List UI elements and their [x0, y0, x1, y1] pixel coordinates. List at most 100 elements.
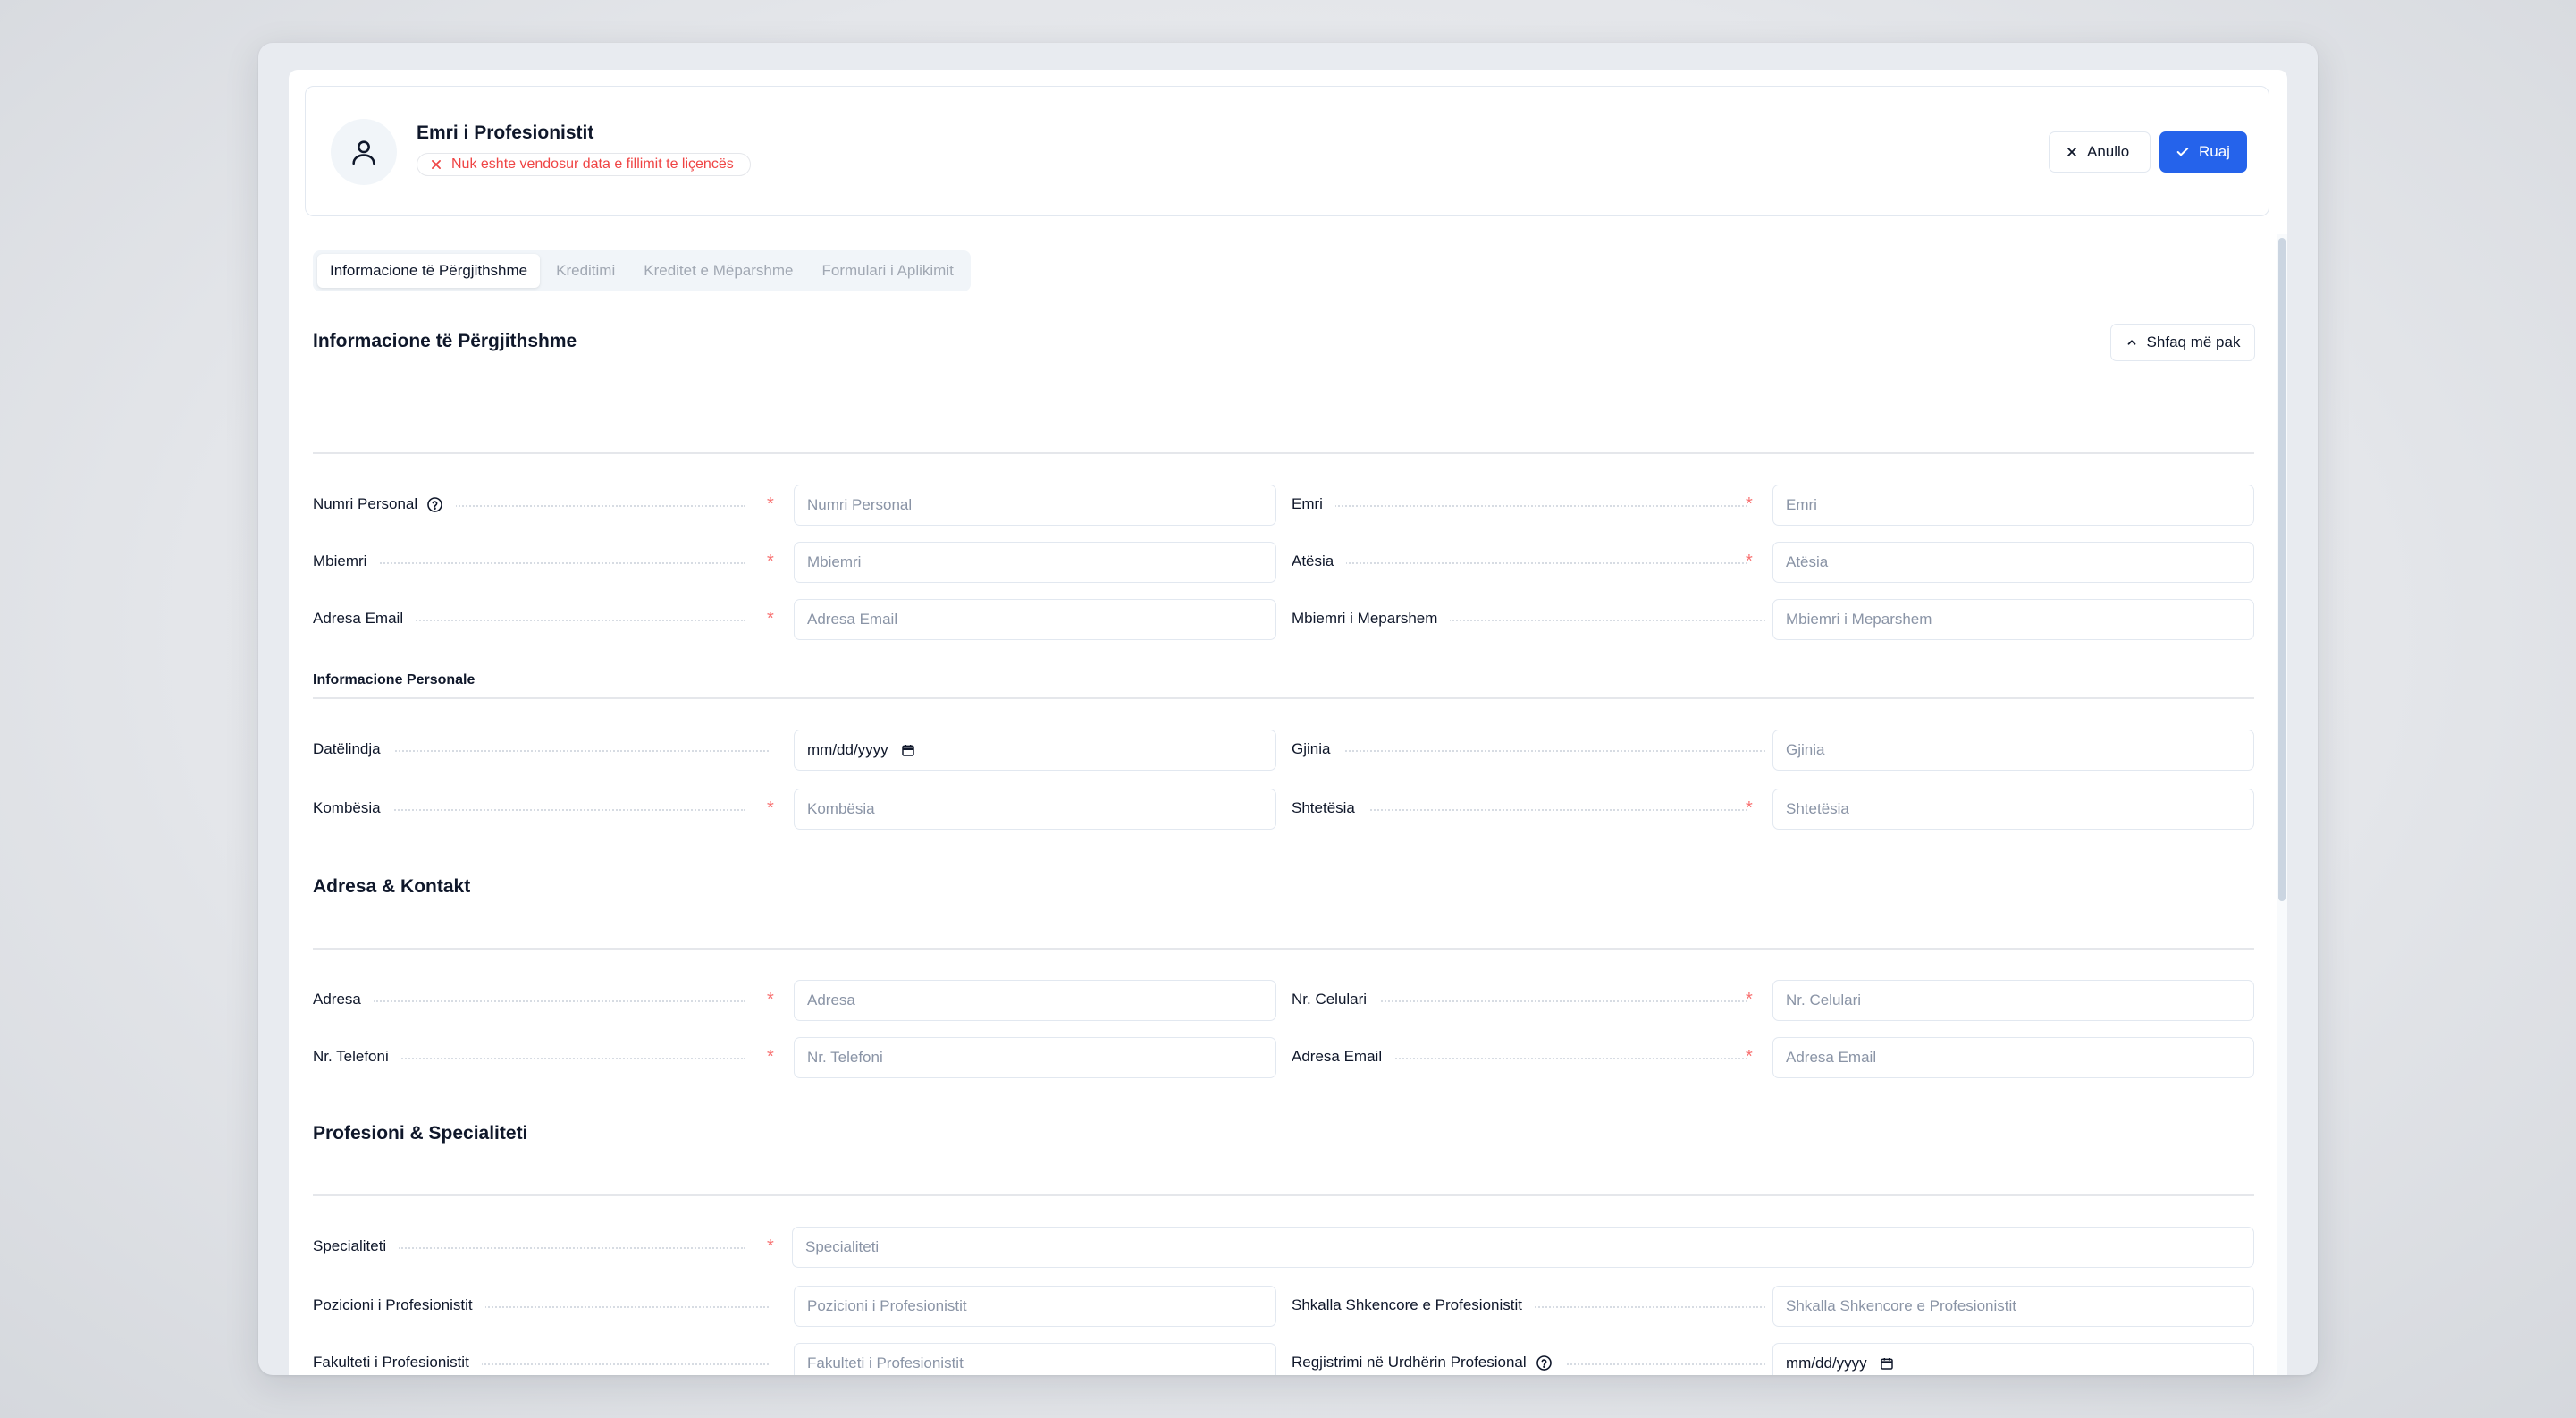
check-icon [2176, 148, 2189, 156]
section-title-contact: Adresa & Kontakt [313, 876, 471, 897]
calendar-icon[interactable] [901, 743, 915, 757]
required-asterisk: * [767, 609, 774, 629]
phone-label: Nr. Telefoni [313, 1048, 401, 1066]
license-warning-badge: Nuk eshte vendosur data e fillimit te li… [417, 153, 751, 176]
section-divider [313, 948, 2254, 950]
address-input[interactable] [794, 980, 1276, 1021]
user-icon [331, 119, 397, 185]
birth-date-value: mm/dd/yyyy [807, 741, 888, 758]
form-row-scientific-grade: Shkalla Shkencore e Profesionistit [1292, 1286, 2261, 1327]
registration-date-input[interactable]: mm/dd/yyyy [1772, 1343, 2254, 1375]
personal-number-input[interactable] [794, 485, 1276, 526]
specialty-input[interactable] [792, 1227, 2254, 1268]
father-name-input[interactable] [1772, 542, 2254, 583]
tab-bar: Informacione të Përgjithshme Kreditimi K… [313, 250, 971, 291]
personal-number-label: Numri Personal [313, 495, 418, 512]
section-title-profession: Profesioni & Specialiteti [313, 1123, 528, 1144]
form-row-father-name: Atësia * [1292, 542, 2261, 583]
previous-last-name-label: Mbiemri i Meparshem [1292, 610, 1451, 628]
form-row-phone: Nr. Telefoni * [313, 1037, 1283, 1078]
faculty-label: Fakulteti i Profesionistit [313, 1354, 482, 1372]
first-name-label: Emri [1292, 495, 1335, 513]
faculty-input[interactable] [794, 1343, 1276, 1375]
form-row-birth-date: Datëlindja mm/dd/yyyy [313, 730, 1283, 771]
form-row-mobile: Nr. Celulari * [1292, 980, 2261, 1021]
gender-input[interactable] [1772, 730, 2254, 771]
section-divider [313, 452, 2254, 454]
cancel-button[interactable]: Anullo [2049, 131, 2151, 173]
form-row-first-name: Emri * [1292, 485, 2261, 526]
mobile-label: Nr. Celulari [1292, 991, 1380, 1009]
form-row-address: Adresa * [313, 980, 1283, 1021]
specialty-label: Specialiteti [313, 1237, 400, 1255]
close-icon [432, 160, 441, 169]
form-row-last-name: Mbiemri * [313, 542, 1283, 583]
leader-dots [1292, 505, 1747, 507]
save-button[interactable]: Ruaj [2159, 131, 2247, 173]
tab-previous-credits[interactable]: Kreditet e Mëparshme [631, 254, 805, 288]
email-input[interactable] [794, 599, 1276, 640]
nationality-label: Kombësia [313, 799, 393, 817]
citizenship-label: Shtetësia [1292, 799, 1368, 817]
required-asterisk: * [1746, 552, 1753, 571]
form-row-position: Pozicioni i Profesionistit [313, 1286, 1283, 1327]
profile-header: Emri i Profesionistit Nuk eshte vendosur… [305, 86, 2269, 216]
previous-last-name-input[interactable] [1772, 599, 2254, 640]
help-circle-icon[interactable] [426, 496, 443, 513]
close-icon [2067, 148, 2076, 156]
app-window: Emri i Profesionistit Nuk eshte vendosur… [258, 43, 2318, 1375]
form-row-faculty: Fakulteti i Profesionistit [313, 1343, 1283, 1375]
registration-label: Regjistrimi në Urdhërin Profesional [1292, 1354, 1527, 1371]
field-label: Regjistrimi në Urdhërin Profesional [1292, 1354, 1565, 1372]
section-divider [313, 1194, 2254, 1196]
show-less-label: Shfaq më pak [2146, 333, 2241, 350]
gender-label: Gjinia [1292, 740, 1343, 758]
phone-input[interactable] [794, 1037, 1276, 1078]
section-title-general: Informacione të Përgjithshme [313, 331, 577, 351]
required-asterisk: * [767, 990, 774, 1009]
registration-date-value: mm/dd/yyyy [1786, 1355, 1867, 1372]
scrollbar-thumb[interactable] [2278, 238, 2286, 901]
show-less-button[interactable]: Shfaq më pak [2110, 324, 2255, 361]
required-asterisk: * [767, 552, 774, 571]
required-asterisk: * [767, 494, 774, 514]
nationality-input[interactable] [794, 789, 1276, 830]
required-asterisk: * [767, 1237, 774, 1256]
email-label: Adresa Email [313, 610, 417, 628]
birth-date-input[interactable]: mm/dd/yyyy [794, 730, 1276, 771]
scientific-grade-input[interactable] [1772, 1286, 2254, 1327]
required-asterisk: * [1746, 494, 1753, 514]
leader-dots [313, 1000, 745, 1002]
tab-general-info[interactable]: Informacione të Përgjithshme [317, 254, 541, 288]
required-asterisk: * [767, 798, 774, 818]
form-content: Informacione të Përgjithshme Kreditimi K… [289, 234, 2287, 1375]
form-row-email: Adresa Email * [313, 599, 1283, 640]
required-asterisk: * [767, 1047, 774, 1067]
contact-email-input[interactable] [1772, 1037, 2254, 1078]
professional-name: Emri i Profesionistit [417, 122, 594, 143]
form-row-gender: Gjinia [1292, 730, 2261, 771]
last-name-input[interactable] [794, 542, 1276, 583]
save-button-label: Ruaj [2199, 143, 2230, 160]
scientific-grade-label: Shkalla Shkencore e Profesionistit [1292, 1296, 1535, 1314]
last-name-label: Mbiemri [313, 553, 380, 570]
form-row-personal-number: Numri Personal * [313, 485, 1283, 526]
calendar-icon[interactable] [1880, 1356, 1894, 1371]
position-label: Pozicioni i Profesionistit [313, 1296, 485, 1314]
field-label: Numri Personal [313, 495, 457, 513]
required-asterisk: * [1746, 1047, 1753, 1067]
help-circle-icon[interactable] [1536, 1355, 1553, 1372]
form-row-specialty: Specialiteti * [313, 1227, 2254, 1268]
required-asterisk: * [1746, 990, 1753, 1009]
required-asterisk: * [1746, 798, 1753, 818]
citizenship-input[interactable] [1772, 789, 2254, 830]
tab-application-form[interactable]: Formulari i Aplikimit [809, 254, 965, 288]
first-name-input[interactable] [1772, 485, 2254, 526]
scrollbar[interactable] [2277, 234, 2287, 1375]
tab-accreditation[interactable]: Kreditimi [543, 254, 627, 288]
mobile-input[interactable] [1772, 980, 2254, 1021]
professional-form-panel: Emri i Profesionistit Nuk eshte vendosur… [289, 70, 2287, 1375]
position-input[interactable] [794, 1286, 1276, 1327]
form-row-contact-email: Adresa Email * [1292, 1037, 2261, 1078]
license-warning-text: Nuk eshte vendosur data e fillimit te li… [451, 156, 734, 172]
